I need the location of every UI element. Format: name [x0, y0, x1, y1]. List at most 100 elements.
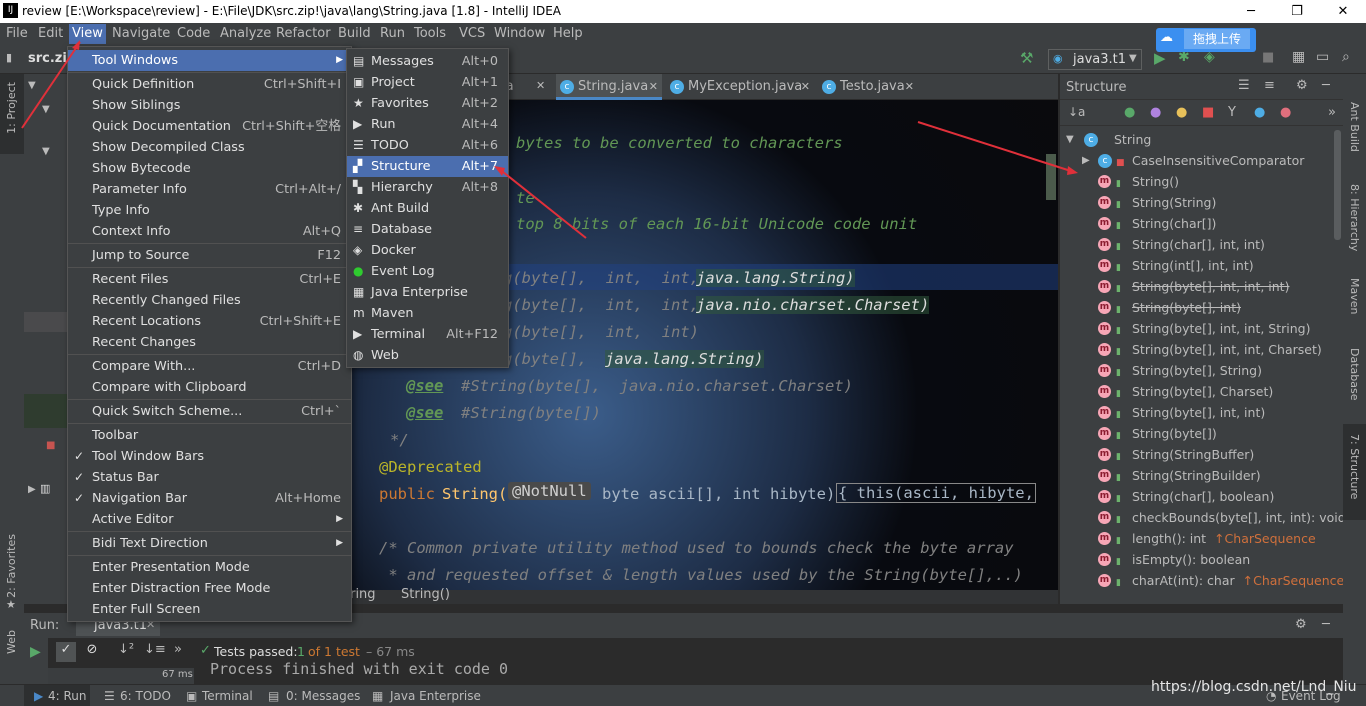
tool-window-item-maven[interactable]: m Maven [347, 303, 508, 324]
view-menu-item-enter-presentation-mode[interactable]: Enter Presentation Mode [68, 557, 351, 578]
structure-item[interactable]: m ▮ String() [1060, 171, 1330, 192]
lambda-icon[interactable]: ● [1280, 105, 1291, 120]
hide-icon[interactable]: ─ [1322, 617, 1330, 632]
fields-icon[interactable]: ● [1176, 105, 1187, 120]
tool-window-item-messages[interactable]: ▤ Messages Alt+0 [347, 51, 508, 72]
run-tool-button[interactable]: 4: Run [48, 689, 87, 703]
terminal-tool-button[interactable]: Terminal [202, 689, 253, 703]
structure-item[interactable]: ▶ c ■ CaseInsensitiveComparator [1060, 150, 1330, 171]
view-menu-item-toolbar[interactable]: Toolbar [68, 425, 351, 446]
structure-item[interactable]: m ▮ String(int[], int, int) [1060, 255, 1330, 276]
close-button[interactable]: ✕ [1320, 0, 1366, 23]
tool-window-item-java-enterprise[interactable]: ▦ Java Enterprise [347, 282, 508, 303]
view-menu-item-type-info[interactable]: Type Info [68, 200, 351, 221]
lambdas-icon[interactable]: ● [1254, 105, 1265, 120]
menu-vcs[interactable]: VCS [459, 26, 485, 41]
java-ee-tool-button[interactable]: Java Enterprise [390, 689, 481, 703]
tool-window-item-ant-build[interactable]: ✱ Ant Build [347, 198, 508, 219]
view-menu-item-active-editor[interactable]: Active Editor ▶ [68, 509, 351, 530]
menu-analyze[interactable]: Analyze [220, 26, 271, 41]
expand-all-icon[interactable]: ☰ [1238, 78, 1250, 93]
tool-window-item-web[interactable]: ◍ Web [347, 345, 508, 366]
rerun-icon[interactable]: ▶ [30, 644, 41, 660]
view-menu-item-parameter-info[interactable]: Parameter Info Ctrl+Alt+/ [68, 179, 351, 200]
view-menu-item-enter-full-screen[interactable]: Enter Full Screen [68, 599, 351, 620]
view-menu-item-recent-changes[interactable]: Recent Changes [68, 332, 351, 353]
show-passed-toggle[interactable]: ✓ [56, 642, 76, 662]
menu-run[interactable]: Run [380, 26, 405, 41]
build-hammer-icon[interactable]: ⚒ [1020, 49, 1033, 67]
structure-item[interactable]: m ▮ String(String) [1060, 192, 1330, 213]
menu-code[interactable]: Code [177, 26, 210, 41]
view-menu-item-compare-with[interactable]: Compare With... Ctrl+D [68, 356, 351, 377]
tab-testo-java[interactable]: c Testo.java ✕ [818, 74, 918, 100]
structure-item[interactable]: m ▮ String(byte[], int, int, String) [1060, 318, 1330, 339]
messages-tool-button[interactable]: 0: Messages [286, 689, 360, 703]
close-icon[interactable]: ✕ [905, 74, 914, 100]
structure-item[interactable]: m ▮ String(byte[], Charset) [1060, 381, 1330, 402]
structure-item[interactable]: m ▮ length(): int ↑CharSequence [1060, 528, 1330, 549]
tool-window-item-database[interactable]: ≡ Database [347, 219, 508, 240]
view-menu-item-jump-to-source[interactable]: Jump to Source F12 [68, 245, 351, 266]
tool-window-item-todo[interactable]: ☰ TODO Alt+6 [347, 135, 508, 156]
presentation-icon[interactable]: ▭ [1316, 49, 1329, 65]
structure-tool-button[interactable]: 7: Structure [1348, 434, 1361, 499]
close-icon[interactable]: ✕ [801, 74, 810, 100]
menu-view[interactable]: View [69, 24, 106, 44]
hide-icon[interactable]: ─ [1322, 78, 1330, 93]
sort-icon[interactable]: ↓² [118, 642, 134, 657]
tool-window-item-docker[interactable]: ◈ Docker [347, 240, 508, 261]
gear-icon[interactable]: ⚙ [1295, 617, 1307, 632]
view-menu-item-compare-with-clipboard[interactable]: Compare with Clipboard [68, 377, 351, 398]
structure-item[interactable]: m ▮ String(byte[], int) [1060, 297, 1330, 318]
structure-item[interactable]: m ▮ String(byte[], int, int, Charset) [1060, 339, 1330, 360]
upload-button[interactable]: 拖拽上传 [1184, 29, 1250, 49]
non-public-icon[interactable]: ■ [1202, 105, 1214, 120]
view-menu-item-show-decompiled-class[interactable]: Show Decompiled Class [68, 137, 351, 158]
tool-window-item-project[interactable]: ▣ Project Alt+1 [347, 72, 508, 93]
tab-string-java[interactable]: c String.java ✕ [556, 74, 662, 100]
breadcrumb-method[interactable]: String() [401, 587, 450, 602]
close-icon[interactable]: ✕ [649, 74, 658, 100]
inherited-icon[interactable]: ● [1124, 105, 1135, 120]
hierarchy-tool-button[interactable]: 8: Hierarchy [1348, 184, 1361, 251]
structure-item[interactable]: m ▮ String(StringBuilder) [1060, 465, 1330, 486]
tool-window-item-hierarchy[interactable]: ▚ Hierarchy Alt+8 [347, 177, 508, 198]
structure-item[interactable]: m ▮ String(byte[], int, int, int) [1060, 276, 1330, 297]
structure-item[interactable]: m ▮ String(byte[], int, int) [1060, 402, 1330, 423]
structure-item[interactable]: m ▮ String(byte[]) [1060, 423, 1330, 444]
view-menu-item-navigation-bar[interactable]: ✓ Navigation Bar Alt+Home [68, 488, 351, 509]
collapse-all-icon[interactable]: ≡ [1264, 78, 1275, 93]
view-menu-item-show-siblings[interactable]: Show Siblings [68, 95, 351, 116]
structure-item[interactable]: m ▮ checkBounds(byte[], int, int): void [1060, 507, 1346, 528]
todo-tool-button[interactable]: 6: TODO [120, 689, 171, 703]
expand-arrow-icon[interactable]: ▼ [28, 80, 36, 91]
menu-navigate[interactable]: Navigate [112, 26, 170, 41]
tool-window-item-event-log[interactable]: ● Event Log [347, 261, 508, 282]
structure-item[interactable]: m ▮ String(char[], boolean) [1060, 486, 1330, 507]
menu-help[interactable]: Help [553, 26, 583, 41]
show-ignored-toggle[interactable]: ⊘ [82, 642, 102, 662]
structure-scrollbar[interactable] [1334, 130, 1341, 240]
view-menu-item-bidi-text-direction[interactable]: Bidi Text Direction ▶ [68, 533, 351, 554]
expand-arrow-icon[interactable]: ▼ [42, 146, 50, 157]
menu-refactor[interactable]: Refactor [276, 26, 331, 41]
anonymous-icon[interactable]: Y [1228, 105, 1236, 120]
view-menu-item-tool-window-bars[interactable]: ✓ Tool Window Bars [68, 446, 351, 467]
database-tool-button[interactable]: Database [1348, 348, 1361, 401]
tool-window-item-favorites[interactable]: ★ Favorites Alt+2 [347, 93, 508, 114]
view-menu-item-quick-definition[interactable]: Quick Definition Ctrl+Shift+I [68, 74, 351, 95]
view-menu-item-recent-files[interactable]: Recent Files Ctrl+E [68, 269, 351, 290]
structure-item[interactable]: m ▮ isEmpty(): boolean [1060, 549, 1330, 570]
favorites-tool-button[interactable]: 2: Favorites [5, 534, 18, 598]
maximize-button[interactable]: ❐ [1274, 0, 1320, 23]
view-menu-item-enter-distraction-free-mode[interactable]: Enter Distraction Free Mode [68, 578, 351, 599]
more-icon[interactable]: » [1328, 105, 1336, 120]
view-menu-item-recent-locations[interactable]: Recent Locations Ctrl+Shift+E [68, 311, 351, 332]
tool-window-item-terminal[interactable]: ▶ Terminal Alt+F12 [347, 324, 508, 345]
view-menu-item-recently-changed-files[interactable]: Recently Changed Files [68, 290, 351, 311]
menu-window[interactable]: Window [494, 26, 545, 41]
view-menu-item-quick-documentation[interactable]: Quick Documentation Ctrl+Shift+空格 [68, 116, 351, 137]
tab-myexception-java[interactable]: c MyException.java ✕ [666, 74, 814, 100]
gear-icon[interactable]: ⚙ [1296, 78, 1308, 93]
